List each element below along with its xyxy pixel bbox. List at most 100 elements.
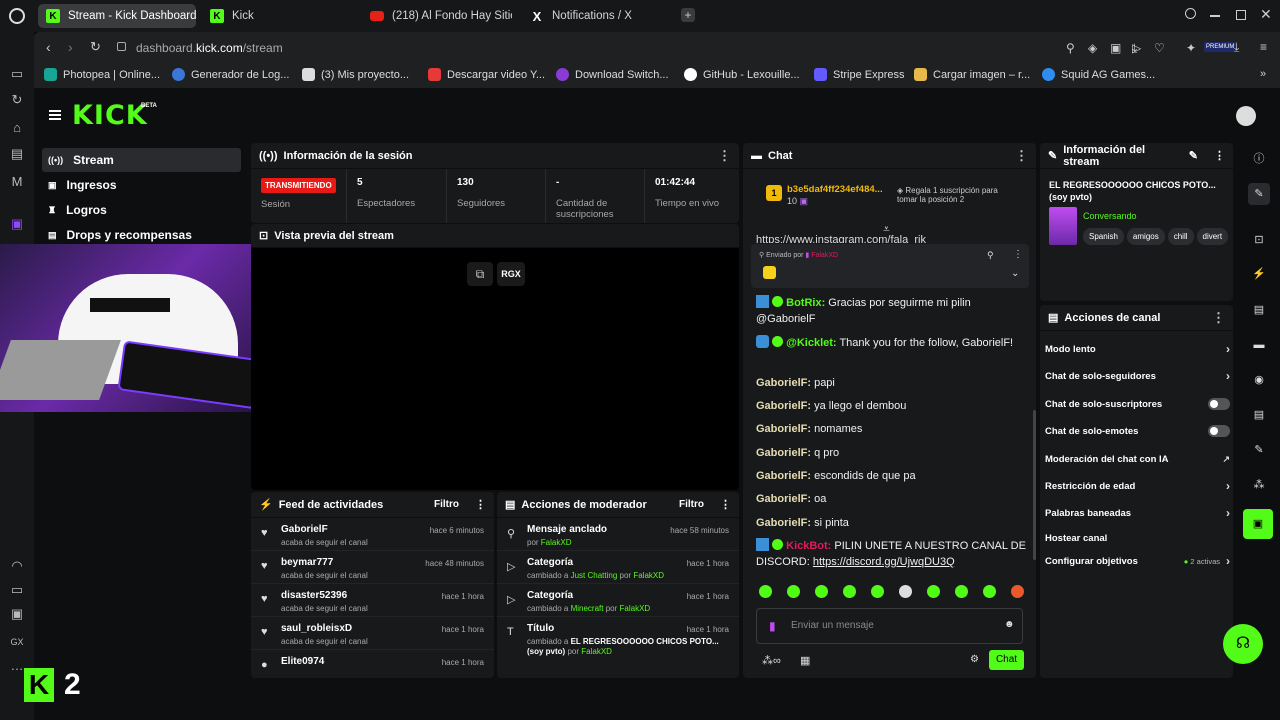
bookmark-stripe[interactable]: Stripe Express	[814, 68, 905, 81]
users-tool-icon[interactable]: ⁂	[1248, 474, 1270, 496]
wallet-icon[interactable]: ▭	[9, 66, 25, 82]
pinned-message[interactable]: ⚲ Enviado por ▮ FalakXD ⚲ ⋮ ⌄	[751, 244, 1029, 288]
search-icon[interactable]	[1185, 8, 1196, 19]
kebab-menu-icon[interactable]: ⋮	[1214, 149, 1225, 162]
hamburger-menu-icon[interactable]	[49, 110, 61, 120]
tab-youtube[interactable]: (218) Al Fondo Hay Sitio T	[362, 4, 512, 28]
chat-scrollbar[interactable]	[1033, 410, 1036, 560]
kick-logo[interactable]: KICK	[72, 100, 148, 131]
bookmark-photopea[interactable]: Photopea | Online...	[44, 68, 160, 81]
tab-x-notifications[interactable]: X Notifications / X	[522, 4, 672, 28]
emote-6[interactable]	[899, 585, 912, 598]
webcam-overlay[interactable]	[0, 244, 293, 412]
emote-1[interactable]	[759, 585, 772, 598]
subs-only-toggle[interactable]	[1208, 398, 1230, 410]
wifi-icon[interactable]: ◠	[9, 558, 25, 574]
bookmark-upload-image[interactable]: Cargar imagen – r...	[914, 68, 1030, 81]
action-ai-moderation[interactable]: Moderación del chat con IA ↗	[1045, 452, 1230, 466]
kebab-menu-icon[interactable]: ⋮	[475, 498, 486, 511]
nav-logros[interactable]: ♜ Logros	[42, 198, 241, 222]
menu-icon[interactable]: ≡	[1260, 40, 1267, 54]
heart-icon[interactable]: ♡	[1154, 41, 1165, 55]
twitch-icon[interactable]: ▣	[9, 216, 25, 232]
nav-ingresos[interactable]: ▣ Ingresos	[42, 173, 241, 197]
bookmark-logos[interactable]: Generador de Log...	[172, 68, 289, 81]
action-goals[interactable]: Configurar objetivos ● 2 activas ›	[1045, 554, 1230, 568]
action-subs-only[interactable]: Chat de solo-suscriptores	[1045, 397, 1230, 411]
tag[interactable]: divert	[1196, 228, 1229, 245]
tag[interactable]: chill	[1167, 228, 1194, 245]
rgx-button[interactable]: RGX	[497, 262, 525, 286]
back-icon[interactable]: ‹	[46, 39, 51, 55]
tag[interactable]: amigos	[1126, 228, 1165, 245]
mod-user[interactable]: FalakXD	[633, 571, 664, 580]
support-headset-button[interactable]: ☊	[1223, 624, 1263, 664]
emote-10[interactable]	[1011, 585, 1024, 598]
tag[interactable]: Spanish	[1083, 228, 1124, 245]
news-icon[interactable]: ▤	[9, 146, 25, 162]
mod-user[interactable]: FalakXD	[581, 647, 612, 656]
kebab-menu-icon[interactable]: ⋮	[720, 498, 731, 511]
clip-tool-icon[interactable]: ▣	[1243, 509, 1273, 539]
chat-users-icon[interactable]: ⁂∞	[762, 654, 781, 667]
history-icon[interactable]: ↻	[9, 92, 25, 108]
info-icon[interactable]: ⓘ	[1248, 148, 1270, 170]
edit-icon[interactable]: ✎	[1189, 149, 1198, 162]
discord-link[interactable]: https://discord.gg/UjwqDU3Q	[813, 556, 955, 568]
unpin-icon[interactable]: ⚲	[987, 250, 994, 261]
chat-username[interactable]: GaborielF:	[756, 470, 811, 482]
kebab-menu-icon[interactable]: ⋮	[1013, 249, 1023, 260]
emote-8[interactable]	[955, 585, 968, 598]
chat-settings-icon[interactable]: ⚙	[970, 654, 979, 665]
chat-username[interactable]: GaborielF:	[756, 493, 811, 505]
more-icon[interactable]: …	[9, 658, 25, 674]
gift-callout[interactable]: ◈ Regala 1 suscripción para tomar la pos…	[897, 186, 1017, 204]
shield-icon[interactable]: ◈	[1088, 41, 1097, 55]
chat-input[interactable]: ▮ Enviar un mensaje ☻	[756, 608, 1023, 644]
gift-sub-icon[interactable]: ▦	[800, 654, 810, 667]
restore-button[interactable]	[1236, 10, 1246, 20]
chat-username[interactable]: GaborielF:	[756, 377, 811, 389]
action-emotes-only[interactable]: Chat de solo-emotes	[1045, 424, 1230, 438]
ram-icon[interactable]: ▭	[9, 582, 25, 598]
m-app-icon[interactable]: M	[9, 174, 25, 190]
broadcast-tool-icon[interactable]: ◉	[1248, 369, 1270, 391]
bolt-tool-icon[interactable]: ⚡	[1248, 263, 1270, 285]
nav-stream[interactable]: ((•)) Stream	[42, 148, 241, 172]
chat-username[interactable]: GaborielF:	[756, 423, 811, 435]
clipboard-tool-icon[interactable]: ▤	[1248, 299, 1270, 321]
mod-user[interactable]: FalakXD	[620, 604, 651, 613]
gifter-username[interactable]: b3e5daf4ff234ef484...	[787, 184, 883, 195]
emote-4[interactable]	[843, 585, 856, 598]
mod-tool-icon[interactable]: ▤	[1248, 404, 1270, 426]
category-name[interactable]: Conversando	[1083, 211, 1137, 221]
tab-stream-dashboard[interactable]: K Stream - Kick Dashboard	[38, 4, 196, 28]
store-icon[interactable]: ⌂	[9, 120, 25, 136]
action-followers-only[interactable]: Chat de solo-seguidores ›	[1045, 369, 1230, 383]
emote-2[interactable]	[787, 585, 800, 598]
chat-username[interactable]: BotRix:	[786, 297, 825, 309]
mod-user[interactable]: FalakXD	[541, 538, 572, 547]
chevron-down-icon[interactable]: ⌄	[1011, 268, 1019, 279]
tab-kick[interactable]: K Kick	[202, 4, 352, 28]
bookmark-switch[interactable]: Download Switch...	[556, 68, 669, 81]
preview-tool-icon[interactable]: ⊡	[1248, 229, 1270, 251]
gx-label[interactable]: GX	[9, 634, 25, 650]
send-chat-button[interactable]: Chat	[989, 650, 1024, 670]
bookmark-github[interactable]: GitHub - Lexouille...	[684, 68, 800, 81]
kebab-menu-icon[interactable]: ⋮	[1212, 310, 1225, 326]
bookmark-yt-download[interactable]: Descargar video Y...	[428, 68, 545, 81]
emote-5[interactable]	[871, 585, 884, 598]
new-tab-button[interactable]: +	[681, 8, 695, 22]
opera-logo-icon[interactable]	[9, 8, 25, 24]
close-window-button[interactable]: ✕	[1260, 6, 1272, 23]
kebab-menu-icon[interactable]: ⋮	[1015, 148, 1028, 164]
reload-icon[interactable]: ↻	[90, 39, 101, 55]
action-slow-mode[interactable]: Modo lento ›	[1045, 342, 1230, 356]
bookmark-squid[interactable]: Squid AG Games...	[1042, 68, 1155, 81]
action-age-restriction[interactable]: Restricción de edad ›	[1045, 479, 1230, 493]
chat-username[interactable]: GaborielF:	[756, 517, 811, 529]
chat-tool-icon[interactable]: ▬	[1248, 334, 1270, 356]
wrench-tool-icon[interactable]: ✎	[1248, 439, 1270, 461]
pin-icon[interactable]: ⚲	[1066, 41, 1075, 55]
